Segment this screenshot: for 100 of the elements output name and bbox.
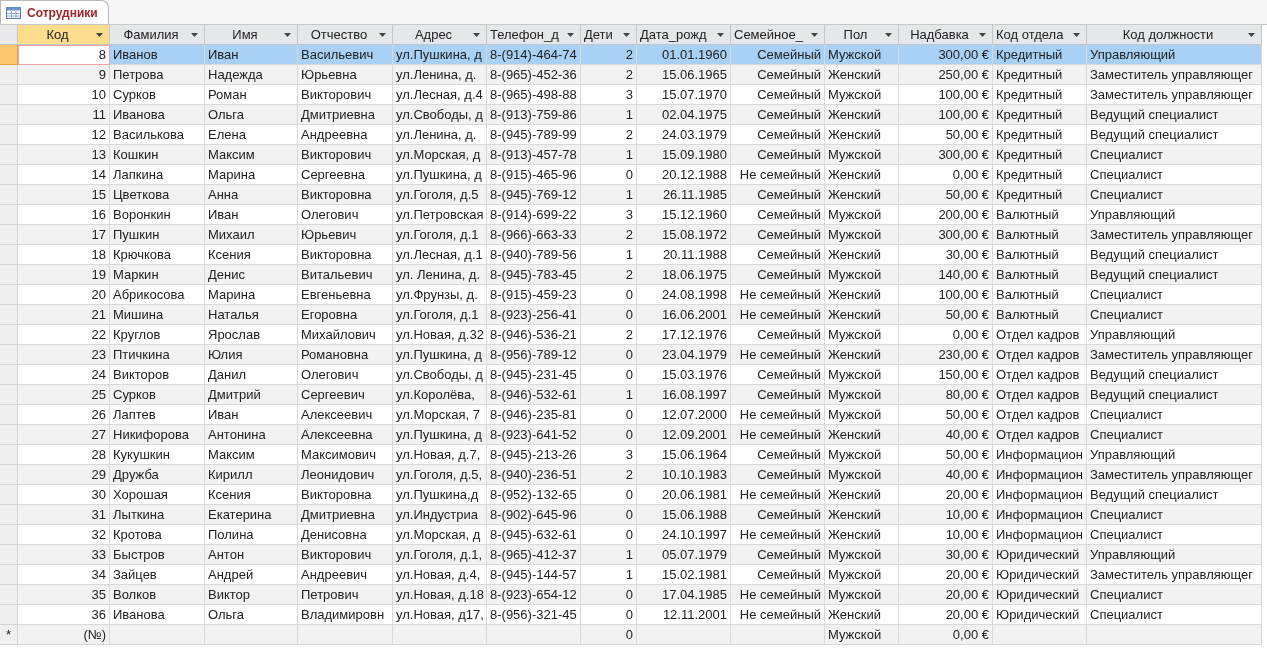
dropdown-arrow-icon xyxy=(979,32,986,37)
row-selector[interactable] xyxy=(0,325,18,345)
table-cell: Цветкова xyxy=(110,185,205,205)
row-selector[interactable] xyxy=(0,525,18,545)
row-selector[interactable] xyxy=(0,585,18,605)
table-cell: 12.07.2000 xyxy=(637,405,731,425)
table-cell: 34 xyxy=(18,565,110,585)
table-cell: Данил xyxy=(205,365,298,385)
row-selector[interactable] xyxy=(0,105,18,125)
column-header[interactable]: Пол xyxy=(825,25,899,45)
column-header[interactable]: Семейное_ xyxy=(731,25,825,45)
row-selector[interactable] xyxy=(0,545,18,565)
row-selector[interactable] xyxy=(0,165,18,185)
new-record-marker[interactable]: * xyxy=(0,625,18,645)
row-selector[interactable] xyxy=(0,605,18,625)
table-cell: ул.Пушкина,д xyxy=(393,485,487,505)
table-cell: Алексеевич xyxy=(298,405,393,425)
column-header[interactable]: Телефон_д xyxy=(487,25,581,45)
column-header[interactable]: Код отдела xyxy=(993,25,1087,45)
column-header[interactable]: Имя xyxy=(205,25,298,45)
row-selector[interactable] xyxy=(0,205,18,225)
table-cell: Управляющий xyxy=(1087,445,1262,465)
table-cell: 32 xyxy=(18,525,110,545)
table-cell: Владимировн xyxy=(298,605,393,625)
table-cell: Юлия xyxy=(205,345,298,365)
table-cell: 20.12.1988 xyxy=(637,165,731,185)
table-cell: Полина xyxy=(205,525,298,545)
column-header[interactable]: Код должности xyxy=(1087,25,1262,45)
table-cell: Информацион xyxy=(993,505,1087,525)
table-cell: 22 xyxy=(18,325,110,345)
row-selector[interactable] xyxy=(0,45,18,65)
table-cell: Дмитриевна xyxy=(298,505,393,525)
table-cell: Антон xyxy=(205,545,298,565)
table-cell: 0 xyxy=(581,285,637,305)
row-selector[interactable] xyxy=(0,465,18,485)
row-selector[interactable] xyxy=(0,245,18,265)
row-selector[interactable] xyxy=(0,385,18,405)
table-cell: Специалист xyxy=(1087,585,1262,605)
row-selector[interactable] xyxy=(0,445,18,465)
row-selector[interactable] xyxy=(0,365,18,385)
row-selector[interactable] xyxy=(0,125,18,145)
row-selector[interactable] xyxy=(0,425,18,445)
column-header[interactable]: Отчество xyxy=(298,25,393,45)
table-cell: Семейный xyxy=(731,125,825,145)
dropdown-arrow-icon xyxy=(1248,32,1255,37)
table-cell: ул.Ленина, д. xyxy=(393,125,487,145)
row-selector[interactable] xyxy=(0,285,18,305)
table-cell: 24.03.1979 xyxy=(637,125,731,145)
table-cell: ул.Пушкина, д xyxy=(393,45,487,65)
table-cell: Кредитный xyxy=(993,145,1087,165)
row-selector[interactable] xyxy=(0,65,18,85)
table-cell: 50,00 € xyxy=(899,125,993,145)
dropdown-arrow-icon xyxy=(811,32,818,37)
table-cell: Ведущий специалист xyxy=(1087,105,1262,125)
table-cell: 16.08.1997 xyxy=(637,385,731,405)
table-cell: Семейный xyxy=(731,325,825,345)
table-cell: ул.Гоголя, д.1 xyxy=(393,225,487,245)
table-cell: ул.Новая, д.4, xyxy=(393,565,487,585)
table-cell: 250,00 € xyxy=(899,65,993,85)
column-header[interactable]: Адрес xyxy=(393,25,487,45)
column-header[interactable]: Дата_рожд xyxy=(637,25,731,45)
table-cell: Семейный xyxy=(731,265,825,285)
table-cell: Мужской xyxy=(825,325,899,345)
table-cell: Управляющий xyxy=(1087,45,1262,65)
table-tab[interactable]: Сотрудники xyxy=(0,0,109,24)
table-cell: 8-(945)-213-26 xyxy=(487,445,581,465)
row-selector[interactable] xyxy=(0,185,18,205)
table-cell: Ведущий специалист xyxy=(1087,265,1262,285)
table-cell: Мужской xyxy=(825,385,899,405)
row-selector[interactable] xyxy=(0,485,18,505)
row-selector[interactable] xyxy=(0,345,18,365)
table-cell: 8-(965)-498-88 xyxy=(487,85,581,105)
table-cell: Волков xyxy=(110,585,205,605)
table-cell: Валютный xyxy=(993,285,1087,305)
table-cell: 16.06.2001 xyxy=(637,305,731,325)
table-cell: 8-(914)-464-74 xyxy=(487,45,581,65)
table-cell: Викторович xyxy=(298,85,393,105)
table-cell: ул.Ленина, д. xyxy=(393,65,487,85)
row-selector[interactable] xyxy=(0,505,18,525)
table-cell: Елена xyxy=(205,125,298,145)
row-selector[interactable] xyxy=(0,565,18,585)
table-cell: 3 xyxy=(581,445,637,465)
table-cell: ул.Гоголя, д.5 xyxy=(393,185,487,205)
row-selector[interactable] xyxy=(0,305,18,325)
column-header[interactable]: Код xyxy=(18,25,110,45)
column-header[interactable]: Надбавка xyxy=(899,25,993,45)
table-cell: 40,00 € xyxy=(899,425,993,445)
table-cell: Лыткина xyxy=(110,505,205,525)
table-cell: Иванова xyxy=(110,105,205,125)
row-selector[interactable] xyxy=(0,145,18,165)
row-selector[interactable] xyxy=(0,85,18,105)
column-header[interactable]: Фамилия xyxy=(110,25,205,45)
row-selector[interactable] xyxy=(0,405,18,425)
select-all-corner[interactable] xyxy=(0,25,18,45)
row-selector[interactable] xyxy=(0,265,18,285)
table-cell: Управляющий xyxy=(1087,205,1262,225)
table-cell: 100,00 € xyxy=(899,105,993,125)
column-header[interactable]: Дети xyxy=(581,25,637,45)
row-selector[interactable] xyxy=(0,225,18,245)
table-cell: 140,00 € xyxy=(899,265,993,285)
